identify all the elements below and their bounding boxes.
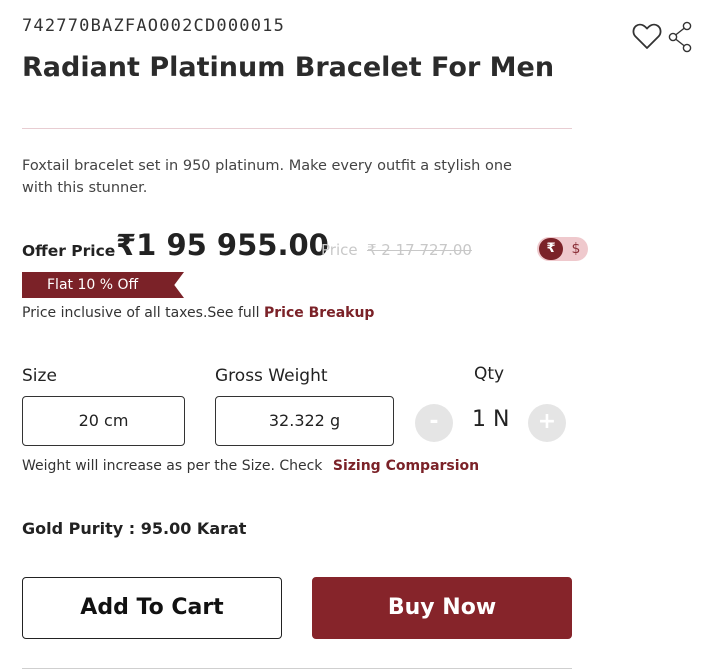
dollar-option[interactable]: $ [567, 238, 585, 260]
offer-price: ₹1 95 955.00 [116, 228, 329, 262]
offer-price-label: Offer Price [22, 242, 116, 260]
gross-weight-field: 32.322 g [215, 396, 394, 446]
qty-plus-button[interactable]: + [528, 404, 566, 442]
old-price-label: Price [321, 241, 358, 259]
buy-now-button[interactable]: Buy Now [312, 577, 572, 639]
product-description: Foxtail bracelet set in 950 platinum. Ma… [22, 158, 512, 196]
divider [22, 668, 572, 669]
old-price: ₹ 2 17 727.00 [367, 241, 472, 259]
tax-note-text: Price inclusive of all taxes.See full [22, 305, 260, 321]
add-to-cart-button[interactable]: Add To Cart [22, 577, 282, 639]
rupee-option[interactable]: ₹ [539, 238, 563, 260]
discount-badge: Flat 10 % Off [22, 272, 184, 298]
weight-note-text: Weight will increase as per the Size. Ch… [22, 458, 323, 474]
size-select[interactable]: 20 cm [22, 396, 185, 446]
heart-icon[interactable] [632, 22, 662, 50]
share-icon[interactable] [667, 21, 693, 53]
product-sku: 742770BAZFAO002CD000015 [22, 16, 286, 36]
gross-weight-label: Gross Weight [215, 366, 328, 386]
tax-note: Price inclusive of all taxes.See full Pr… [22, 305, 374, 321]
currency-toggle[interactable]: ₹ $ [537, 237, 588, 261]
gold-purity: Gold Purity : 95.00 Karat [22, 519, 247, 538]
price-breakup-link[interactable]: Price Breakup [264, 305, 374, 321]
product-title: Radiant Platinum Bracelet For Men [22, 52, 555, 83]
qty-minus-button[interactable]: - [415, 404, 453, 442]
divider [22, 128, 572, 129]
qty-value: 1 N [472, 407, 510, 432]
weight-note: Weight will increase as per the Size. Ch… [22, 458, 479, 474]
size-label: Size [22, 366, 57, 386]
sizing-comparison-link[interactable]: Sizing Comparsion [333, 458, 479, 474]
qty-label: Qty [474, 364, 505, 384]
